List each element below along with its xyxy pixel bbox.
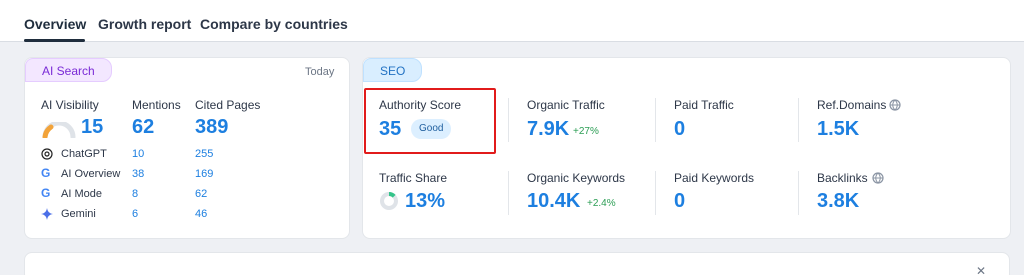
mentions-total[interactable]: 62 <box>132 116 154 139</box>
google-icon: G <box>41 166 51 180</box>
paid-traffic-label: Paid Traffic <box>674 98 734 112</box>
divider <box>798 98 799 142</box>
traffic-share-donut-icon <box>380 192 398 210</box>
seo-card: SEO Authority Score 35 Good Organic Traf… <box>362 57 1011 239</box>
google-icon: G <box>41 186 51 200</box>
highlight-box <box>364 88 496 154</box>
date-range-label: Today <box>305 66 335 78</box>
chatgpt-icon <box>41 148 53 160</box>
ai-search-card: AI Search Today AI Visibility Mentions C… <box>24 57 350 239</box>
paid-keywords-label: Paid Keywords <box>674 171 755 185</box>
engine-label-ai-overview: AI Overview <box>61 168 121 180</box>
divider <box>508 98 509 142</box>
organic-keywords-value[interactable]: 10.4K <box>527 190 580 213</box>
organic-traffic-value[interactable]: 7.9K <box>527 118 569 141</box>
organic-keywords-delta: +2.4% <box>587 198 616 209</box>
globe-icon[interactable] <box>889 99 901 111</box>
divider <box>508 171 509 215</box>
globe-icon[interactable] <box>872 172 884 184</box>
ai-search-pill: AI Search <box>25 58 112 82</box>
visibility-gauge-icon <box>42 122 76 138</box>
ref-domains-value[interactable]: 1.5K <box>817 118 859 141</box>
ai-visibility-header: AI Visibility <box>41 98 99 112</box>
ref-domains-label: Ref.Domains <box>817 98 887 112</box>
mentions-chatgpt[interactable]: 10 <box>132 148 144 160</box>
mentions-ai-mode[interactable]: 8 <box>132 188 138 200</box>
cited-pages-total[interactable]: 389 <box>195 116 228 139</box>
divider <box>655 171 656 215</box>
organic-traffic-label: Organic Traffic <box>527 98 605 112</box>
tabs-bar: Overview Growth report Compare by countr… <box>0 0 1024 42</box>
close-icon[interactable]: ✕ <box>976 264 986 275</box>
backlinks-label: Backlinks <box>817 171 868 185</box>
seo-pill: SEO <box>363 58 423 82</box>
traffic-share-value[interactable]: 13% <box>405 190 445 213</box>
cited-chatgpt[interactable]: 255 <box>195 148 213 160</box>
mentions-gemini[interactable]: 6 <box>132 208 138 220</box>
mentions-ai-overview[interactable]: 38 <box>132 168 144 180</box>
mentions-header: Mentions <box>132 98 181 112</box>
engine-label-chatgpt: ChatGPT <box>61 148 107 160</box>
ai-visibility-value[interactable]: 15 <box>81 116 103 139</box>
cited-ai-overview[interactable]: 169 <box>195 168 213 180</box>
paid-keywords-value[interactable]: 0 <box>674 190 685 213</box>
tab-compare-by-countries[interactable]: Compare by countries <box>200 16 348 32</box>
traffic-share-label: Traffic Share <box>379 171 448 185</box>
tab-overview[interactable]: Overview <box>24 16 86 32</box>
gemini-icon <box>41 208 53 220</box>
cited-gemini[interactable]: 46 <box>195 208 207 220</box>
divider <box>655 98 656 142</box>
engine-label-ai-mode: AI Mode <box>61 188 102 200</box>
paid-traffic-value[interactable]: 0 <box>674 118 685 141</box>
backlinks-value[interactable]: 3.8K <box>817 190 859 213</box>
engine-label-gemini: Gemini <box>61 208 96 220</box>
active-tab-indicator <box>24 39 85 42</box>
cited-ai-mode[interactable]: 62 <box>195 188 207 200</box>
tab-growth-report[interactable]: Growth report <box>98 16 191 32</box>
next-card <box>24 252 1010 275</box>
organic-traffic-delta: +27% <box>573 126 599 137</box>
organic-keywords-label: Organic Keywords <box>527 171 626 185</box>
cited-pages-header: Cited Pages <box>195 98 261 112</box>
divider <box>798 171 799 215</box>
